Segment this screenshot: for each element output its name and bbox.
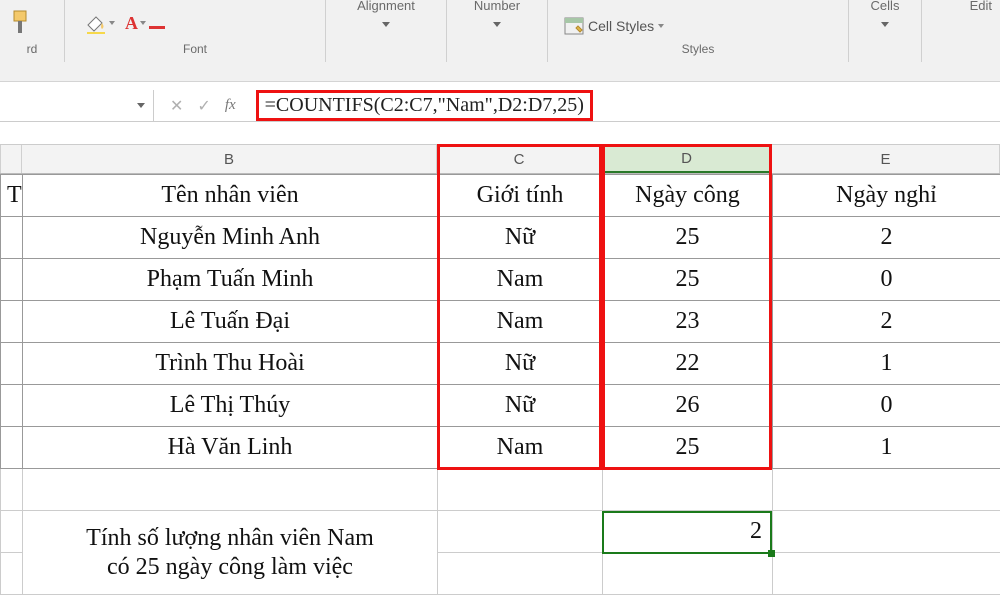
column-header-C[interactable]: C [437, 145, 602, 173]
note-cell[interactable]: Tính số lượng nhân viên Nam có 25 ngày c… [23, 511, 438, 595]
name-box[interactable] [0, 90, 154, 121]
chevron-down-icon [658, 24, 664, 28]
cell-styles-button[interactable]: Cell Styles [558, 13, 670, 39]
formula-text: =COUNTIFS(C2:C7,"Nam",D2:D7,25) [256, 90, 593, 121]
chevron-down-icon [137, 103, 145, 108]
table-row[interactable]: Phạm Tuấn Minh [23, 259, 438, 301]
chevron-down-icon[interactable] [382, 22, 390, 27]
table-row[interactable]: Lê Thị Thúy [23, 385, 438, 427]
cells-top-label: Cells [849, 0, 921, 13]
column-header-B[interactable]: B [22, 145, 437, 173]
fx-icon[interactable]: fx [225, 97, 236, 114]
alignment-top-label: Alignment [326, 0, 446, 13]
fill-handle[interactable] [768, 550, 775, 557]
editing-top-label: Edit [970, 0, 992, 13]
number-top-label: Number [447, 0, 547, 13]
font-group-label: Font [65, 42, 325, 56]
formula-bar[interactable]: =COUNTIFS(C2:C7,"Nam",D2:D7,25) [252, 90, 1000, 121]
header-workdays[interactable]: Ngày công [603, 175, 773, 217]
header-dayoff[interactable]: Ngày nghỉ [773, 175, 1000, 217]
column-header-D[interactable]: D [602, 145, 772, 173]
chevron-down-icon [109, 21, 115, 25]
table-row[interactable]: Lê Tuấn Đại [23, 301, 438, 343]
table-row[interactable]: Nguyễn Minh Anh [23, 217, 438, 259]
result-cell[interactable]: 2 [603, 511, 773, 553]
table-row[interactable]: Trình Thu Hoài [23, 343, 438, 385]
table-row[interactable]: Hà Văn Linh [23, 427, 438, 469]
ribbon: rd A Font Alignment [0, 0, 1000, 82]
formula-bar-row: ✕ ✓ fx =COUNTIFS(C2:C7,"Nam",D2:D7,25) [0, 90, 1000, 122]
clipboard-label: rd [0, 42, 64, 56]
data-table[interactable]: T Tên nhân viên Giới tính Ngày công Ngày… [0, 174, 1000, 595]
column-header-E[interactable]: E [772, 145, 1000, 173]
font-color-button[interactable]: A [125, 13, 146, 34]
format-painter-icon[interactable] [10, 8, 36, 38]
chevron-down-icon[interactable] [493, 22, 501, 27]
styles-group-label: Styles [548, 42, 848, 56]
chevron-down-icon [140, 21, 146, 25]
cancel-formula-icon[interactable]: ✕ [170, 96, 183, 116]
cell-A1[interactable]: T [1, 175, 23, 217]
spreadsheet-grid[interactable]: B C D E T Tên nhân viên Giới tính Ngày c… [0, 144, 1000, 595]
cell-styles-icon [564, 17, 584, 35]
chevron-down-icon[interactable] [881, 22, 889, 27]
fill-color-button[interactable] [85, 12, 115, 34]
header-gender[interactable]: Giới tính [438, 175, 603, 217]
column-headers: B C D E [0, 144, 1000, 174]
enter-formula-icon[interactable]: ✓ [197, 96, 210, 116]
header-name[interactable]: Tên nhân viên [23, 175, 438, 217]
